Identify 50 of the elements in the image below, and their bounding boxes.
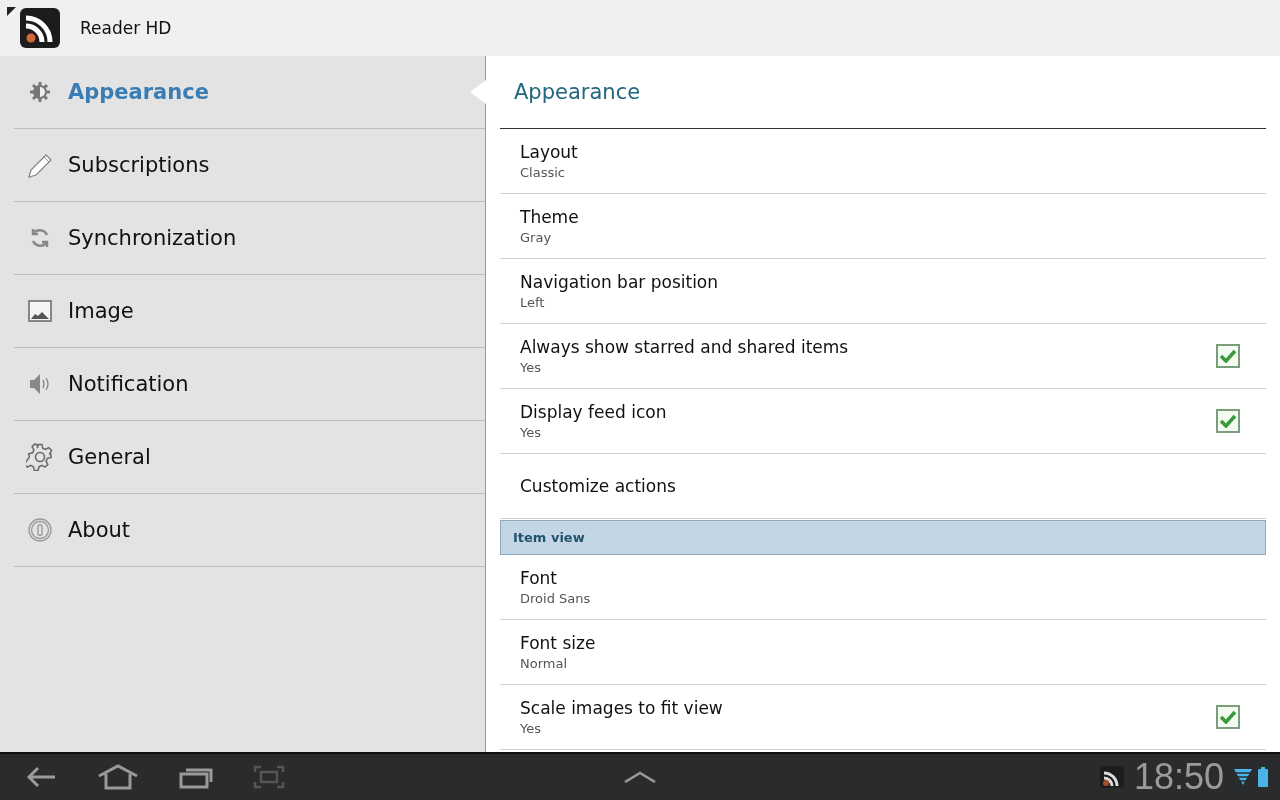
info-icon <box>27 517 53 543</box>
sidebar-item[interactable]: Notification <box>14 348 485 421</box>
battery-icon <box>1258 767 1268 787</box>
preference-item[interactable]: Navigation bar position Left <box>500 259 1266 324</box>
preference-summary: Left <box>520 295 546 310</box>
preference-summary: Yes <box>520 360 542 375</box>
preference-title: Font size <box>520 633 597 653</box>
app-title: Reader HD <box>80 18 172 38</box>
caret-up-icon[interactable] <box>624 771 656 783</box>
preference-item[interactable]: Layout Classic <box>500 129 1266 194</box>
sidebar-item[interactable]: Synchronization <box>14 202 485 275</box>
preference-summary: Normal <box>520 656 569 671</box>
preference-item[interactable]: Scale images to fit view Yes <box>500 685 1266 750</box>
preference-title: Customize actions <box>520 476 677 496</box>
preference-item[interactable]: Font size Normal <box>500 620 1266 685</box>
back-icon[interactable] <box>25 765 57 789</box>
preference-summary: Yes <box>520 721 542 736</box>
preference-title: Theme <box>520 207 580 227</box>
sidebar-item[interactable]: About <box>14 494 485 567</box>
preference-item[interactable]: Customize actions <box>500 454 1266 519</box>
preference-item[interactable]: Font Droid Sans <box>500 555 1266 620</box>
brightness-icon <box>28 80 52 104</box>
preference-title: Display feed icon <box>520 402 668 422</box>
clock-time: 18:50 <box>1133 756 1224 798</box>
checkbox[interactable] <box>1216 344 1240 368</box>
preference-summary: Classic <box>520 165 566 180</box>
preference-summary: Yes <box>520 425 542 440</box>
checkbox[interactable] <box>1216 409 1240 433</box>
preference-item[interactable]: Always show starred and shared items Yes <box>500 324 1266 389</box>
checkbox[interactable] <box>1216 705 1240 729</box>
app-logo-icon <box>20 8 60 48</box>
preference-title: Font <box>520 568 558 588</box>
preference-summary: Gray <box>520 230 553 245</box>
image-icon <box>28 300 52 322</box>
sidebar-item[interactable]: Image <box>14 275 485 348</box>
sidebar-item[interactable]: General <box>14 421 485 494</box>
preference-item[interactable]: Theme Gray <box>500 194 1266 259</box>
section-header: Item view <box>500 520 1266 555</box>
settings-icon <box>26 443 54 471</box>
rss-icon[interactable] <box>1099 766 1124 788</box>
sidebar-item[interactable]: Subscriptions <box>14 129 485 202</box>
preference-title: Always show starred and shared items <box>520 337 850 357</box>
preference-title: Navigation bar position <box>520 272 720 292</box>
preference-title: Scale images to fit view <box>520 698 724 718</box>
home-icon[interactable] <box>97 764 139 790</box>
panel-title: Appearance <box>514 80 641 104</box>
preference-item[interactable]: Display feed icon Yes <box>500 389 1266 454</box>
preference-title: Layout <box>520 142 579 162</box>
wifi-icon <box>1234 768 1252 786</box>
preference-summary: Droid Sans <box>520 591 592 606</box>
